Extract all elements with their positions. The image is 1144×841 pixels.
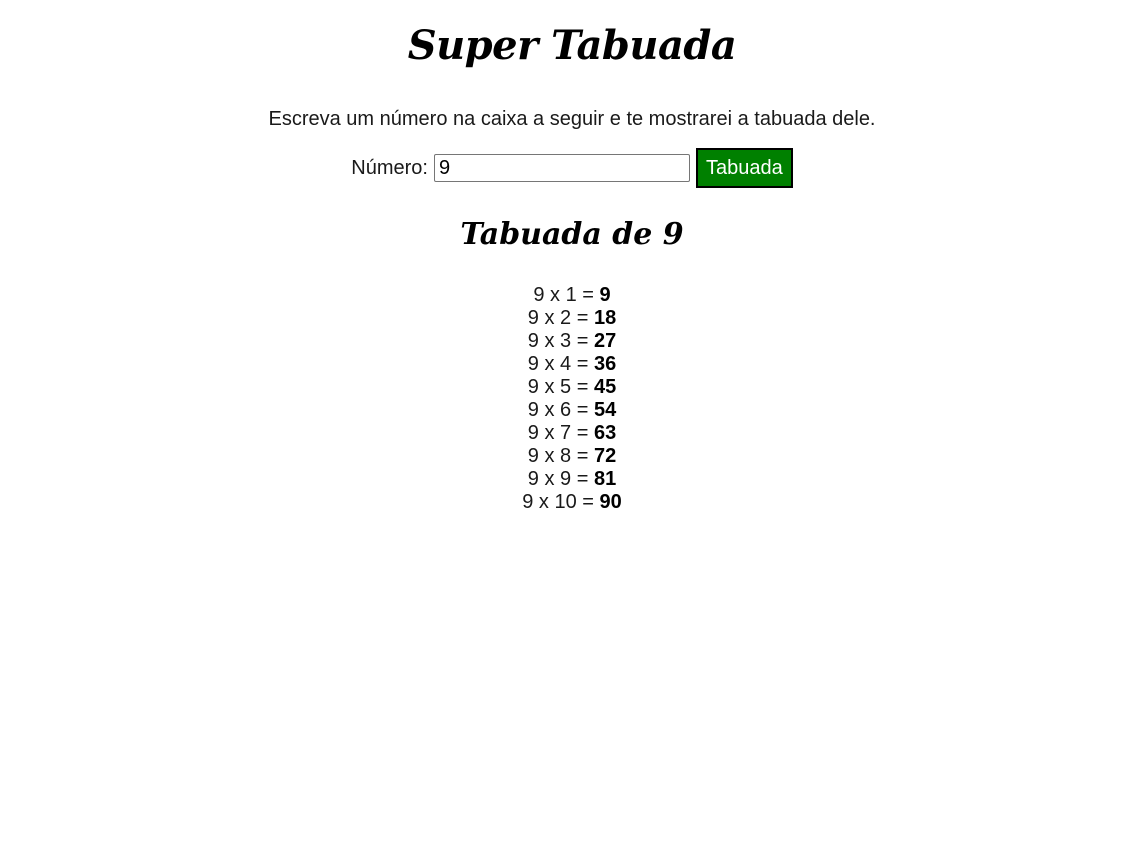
row-result: 54 [593,399,617,421]
row-result: 18 [593,307,617,329]
tabuada-button[interactable]: Tabuada [695,148,793,188]
row-expression: 9 x 7 = [527,422,594,444]
row-result: 45 [593,376,617,398]
row-expression: 9 x 3 = [527,330,594,352]
row-result: 81 [593,468,617,490]
table-row: 9 x 3 = 27 [0,330,1144,353]
number-input[interactable] [433,154,690,182]
row-result: 36 [593,353,617,375]
row-expression: 9 x 6 = [527,399,594,421]
row-result: 27 [593,330,617,352]
row-expression: 9 x 1 = [533,284,600,306]
table-row: 9 x 2 = 18 [0,307,1144,330]
row-result: 9 [599,284,611,306]
page-title: Super Tabuada [407,22,737,69]
intro-text: Escreva um número na caixa a seguir e te… [268,108,876,130]
table-row: 9 x 7 = 63 [0,422,1144,445]
table-row: 9 x 5 = 45 [0,376,1144,399]
table-row: 9 x 10 = 90 [0,491,1144,514]
number-form: Número: Tabuada [0,148,1144,188]
table-row: 9 x 4 = 36 [0,353,1144,376]
row-result: 72 [593,445,617,467]
row-expression: 9 x 5 = [527,376,594,398]
row-expression: 9 x 4 = [527,353,594,375]
multiplication-table: 9 x 1 = 9 9 x 2 = 18 9 x 3 = 27 9 x 4 = … [0,284,1144,514]
table-row: 9 x 9 = 81 [0,468,1144,491]
table-row: 9 x 6 = 54 [0,399,1144,422]
row-expression: 9 x 9 = [527,468,594,490]
row-result: 90 [599,491,622,513]
row-expression: 9 x 10 = [522,491,600,513]
row-expression: 9 x 8 = [527,445,594,467]
page: Super Tabuada Escreva um número na caixa… [0,0,1144,514]
result-title: Tabuada de 9 [460,217,684,252]
table-row: 9 x 8 = 72 [0,445,1144,468]
number-label: Número: [351,156,428,179]
table-row: 9 x 1 = 9 [0,284,1144,307]
row-expression: 9 x 2 = [527,307,594,329]
row-result: 63 [593,422,617,444]
